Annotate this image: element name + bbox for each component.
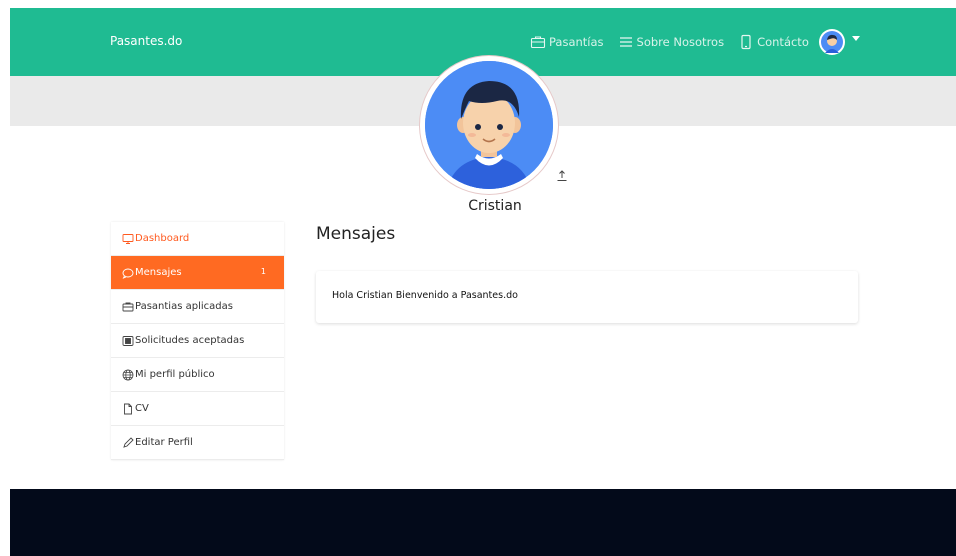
message-card[interactable]: Hola Cristian Bienvenido a Pasantes.do [316,271,858,323]
avatar-icon [820,31,843,53]
nav-links: Pasantías Sobre Nosotros Contácto [530,28,860,56]
nav-link-label: Sobre Nosotros [636,35,725,49]
page-title: Mensajes [316,224,396,244]
message-text: Hola Cristian Bienvenido a Pasantes.do [332,290,518,301]
unread-count-badge: 1 [260,267,266,276]
sidebar-item-label: Editar Perfil [135,437,193,448]
nav-link-sobre-nosotros[interactable]: Sobre Nosotros [618,34,725,50]
sidebar-item-editar-perfil[interactable]: Editar Perfil [111,426,284,460]
sidebar-item-solicitudes-aceptadas[interactable]: Solicitudes aceptadas [111,324,284,358]
user-avatar-menu[interactable] [818,29,845,55]
sidebar-item-mi-perfil-publico[interactable]: Mi perfil público [111,358,284,392]
nav-link-pasantias[interactable]: Pasantías [530,34,604,50]
chat-bubble-icon [122,268,134,279]
nav-link-contacto[interactable]: Contácto [738,34,809,50]
monitor-icon [122,233,134,244]
sidebar-item-label: Dashboard [135,233,190,244]
sidebar-item-label: Pasantias aplicadas [135,301,233,312]
sidebar-item-mensajes[interactable]: Mensajes 1 [111,256,284,290]
briefcase-icon [530,36,546,49]
nav-link-label: Pasantías [549,35,604,49]
phone-icon [741,34,751,50]
sidebar-item-dashboard[interactable]: Dashboard [111,222,284,256]
sidebar: Dashboard Mensajes 1 Pasantias aplicadas… [111,222,284,460]
brand-logo[interactable]: Pasantes.do [110,34,182,48]
upload-icon[interactable] [556,168,568,182]
sidebar-item-label: Mi perfil público [135,369,215,380]
briefcase-icon [122,302,134,311]
sidebar-item-cv[interactable]: CV [111,392,284,426]
sidebar-item-label: CV [135,403,149,414]
profile-avatar [420,56,558,194]
avatar-illustration [425,61,553,189]
nav-link-label: Contácto [757,35,809,49]
footer [10,489,956,556]
document-icon [124,403,132,414]
chevron-down-icon[interactable] [851,35,860,41]
profile-name: Cristian [468,198,522,214]
sidebar-item-label: Solicitudes aceptadas [135,335,245,346]
sidebar-item-pasantias-aplicadas[interactable]: Pasantias aplicadas [111,290,284,324]
menu-lines-icon [619,37,632,47]
tray-icon [122,335,134,346]
globe-icon [122,369,134,380]
pencil-icon [123,436,134,448]
sidebar-item-label: Mensajes [135,267,182,278]
